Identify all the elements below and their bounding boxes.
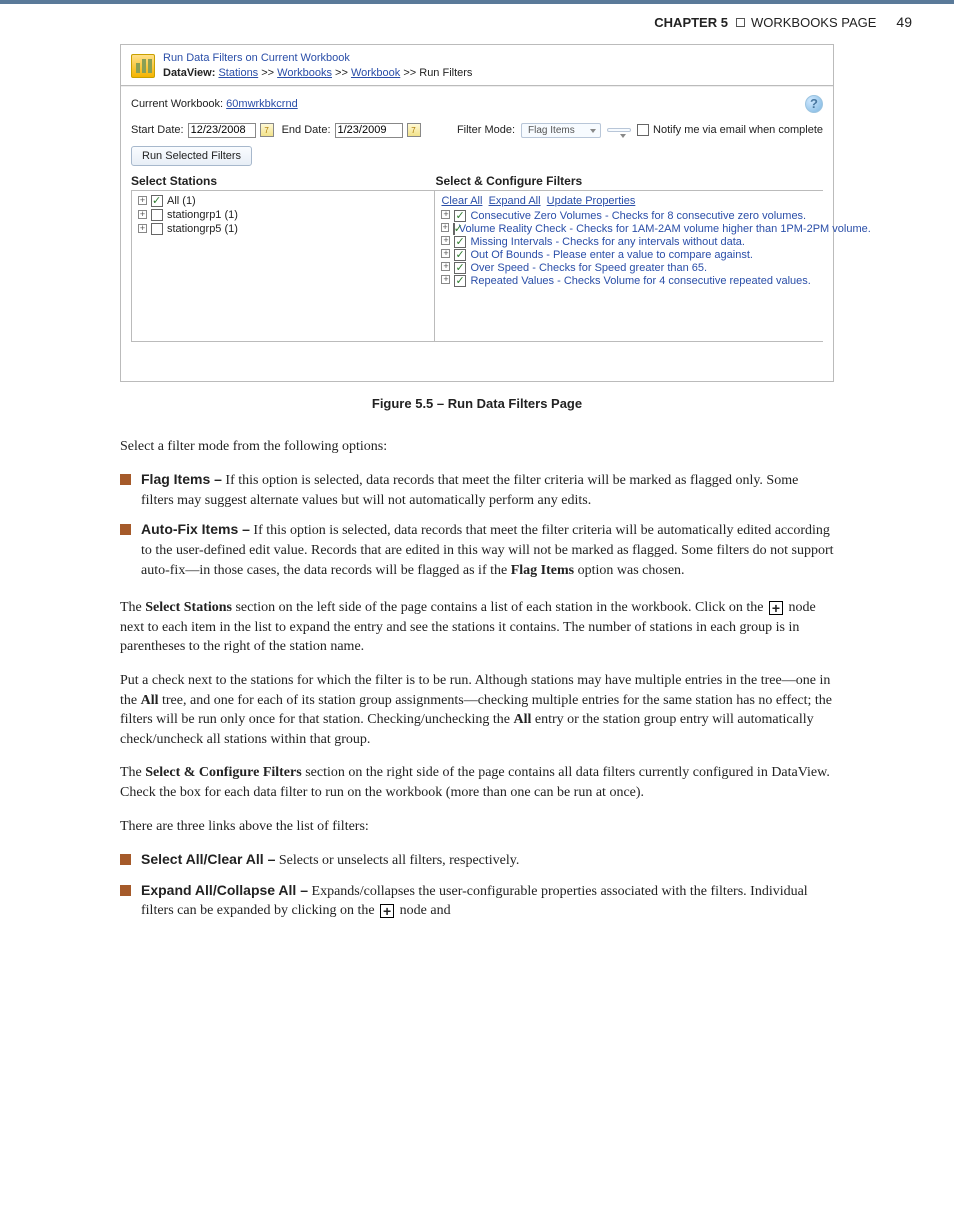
body-paragraph: Put a check next to the stations for whi… (120, 671, 834, 749)
filter-action-links: Clear All Expand All Update Properties (441, 195, 817, 207)
filter-item[interactable]: + Out Of Bounds - Please enter a value t… (441, 249, 817, 261)
plus-node-icon: + (769, 601, 783, 615)
run-selected-filters-button[interactable]: Run Selected Filters (131, 146, 252, 166)
select-stations-tree: + All (1) + stationgrp1 (1) + stationgrp… (131, 191, 435, 341)
checkbox-icon[interactable] (454, 236, 466, 248)
filter-item[interactable]: + Missing Intervals - Checks for any int… (441, 236, 817, 248)
select-stations-header: Select Stations (131, 174, 435, 188)
filter-mode-label: Filter Mode: (457, 124, 515, 136)
body-paragraph: Select a filter mode from the following … (120, 437, 834, 457)
help-icon[interactable]: ? (805, 95, 823, 113)
breadcrumb-link[interactable]: Stations (218, 67, 258, 79)
current-workbook-label: Current Workbook: (131, 98, 223, 110)
breadcrumb-link[interactable]: Workbooks (277, 67, 332, 79)
body-paragraph: The Select Stations section on the left … (120, 598, 834, 657)
filter-item[interactable]: + Consecutive Zero Volumes - Checks for … (441, 210, 817, 222)
figure-caption: Figure 5.5 – Run Data Filters Page (120, 396, 834, 411)
expand-icon[interactable]: + (138, 196, 147, 205)
filter-item[interactable]: + Volume Reality Check - Checks for 1AM-… (441, 223, 817, 235)
select-filters-list: Clear All Expand All Update Properties +… (435, 191, 823, 341)
station-tree-item[interactable]: + stationgrp1 (1) (138, 209, 428, 221)
expand-icon[interactable]: + (441, 223, 448, 232)
notify-checkbox[interactable]: Notify me via email when complete (637, 124, 823, 136)
list-item: Expand All/Collapse All – Expands/collap… (120, 881, 834, 921)
expand-icon[interactable]: + (441, 249, 450, 258)
bullet-list: Select All/Clear All – Selects or unsele… (120, 850, 834, 921)
expand-icon[interactable]: + (441, 262, 450, 271)
checkbox-icon[interactable] (151, 209, 163, 221)
panel-title: Run Data Filters on Current Workbook (163, 51, 472, 66)
checkbox-icon[interactable] (454, 262, 466, 274)
chevron-down-icon (590, 129, 596, 133)
page-number: 49 (896, 14, 912, 30)
calendar-icon[interactable]: 7 (260, 123, 274, 137)
screenshot-panel: Run Data Filters on Current Workbook Dat… (120, 44, 834, 382)
expand-all-link[interactable]: Expand All (489, 195, 541, 207)
filter-mode-select[interactable]: Flag Items (521, 123, 601, 138)
panel-titlebar: Run Data Filters on Current Workbook Dat… (121, 45, 833, 86)
list-item: Auto-Fix Items – If this option is selec… (120, 520, 834, 580)
start-date-label: Start Date: (131, 124, 184, 136)
filter-item[interactable]: + Over Speed - Checks for Speed greater … (441, 262, 817, 274)
expand-icon[interactable]: + (138, 224, 147, 233)
checkbox-icon[interactable] (453, 223, 455, 235)
plus-node-icon: + (380, 904, 394, 918)
select-filters-header: Select & Configure Filters (435, 174, 823, 188)
expand-icon[interactable]: + (441, 236, 450, 245)
checkbox-icon[interactable] (454, 275, 466, 287)
expand-icon[interactable]: + (441, 210, 450, 219)
chevron-down-icon (620, 134, 626, 138)
start-date-input[interactable] (188, 123, 256, 138)
breadcrumb: DataView: Stations >> Workbooks >> Workb… (163, 66, 472, 81)
filter-item[interactable]: + Repeated Values - Checks Volume for 4 … (441, 275, 817, 287)
expand-icon[interactable]: + (138, 210, 147, 219)
clear-all-link[interactable]: Clear All (441, 195, 482, 207)
expand-icon[interactable]: + (441, 275, 450, 284)
chapter-title: WORKBOOKS PAGE (751, 15, 876, 30)
checkbox-icon[interactable] (454, 249, 466, 261)
checkbox-icon (637, 124, 649, 136)
station-tree-item[interactable]: + stationgrp5 (1) (138, 223, 428, 235)
end-date-input[interactable] (335, 123, 403, 138)
page-header: CHAPTER 5 WORKBOOKS PAGE 49 (0, 4, 954, 44)
bullet-icon (120, 885, 131, 896)
station-tree-item[interactable]: + All (1) (138, 195, 428, 207)
filter-mode-aux-select[interactable] (607, 128, 631, 132)
bullet-icon (120, 524, 131, 535)
bullet-list: Flag Items – If this option is selected,… (120, 470, 834, 580)
square-icon (736, 18, 745, 27)
body-paragraph: There are three links above the list of … (120, 817, 834, 837)
app-logo-icon (131, 54, 155, 78)
bullet-icon (120, 854, 131, 865)
list-item: Flag Items – If this option is selected,… (120, 470, 834, 510)
end-date-label: End Date: (282, 124, 331, 136)
current-workbook-link[interactable]: 60mwrkbkcrnd (226, 98, 298, 110)
breadcrumb-link[interactable]: Workbook (351, 67, 400, 79)
calendar-icon[interactable]: 7 (407, 123, 421, 137)
bullet-icon (120, 474, 131, 485)
checkbox-icon[interactable] (151, 223, 163, 235)
checkbox-icon[interactable] (151, 195, 163, 207)
body-paragraph: The Select & Configure Filters section o… (120, 763, 834, 802)
chapter-label: CHAPTER 5 (654, 15, 728, 30)
list-item: Select All/Clear All – Selects or unsele… (120, 850, 834, 871)
checkbox-icon[interactable] (454, 210, 466, 222)
update-properties-link[interactable]: Update Properties (547, 195, 636, 207)
